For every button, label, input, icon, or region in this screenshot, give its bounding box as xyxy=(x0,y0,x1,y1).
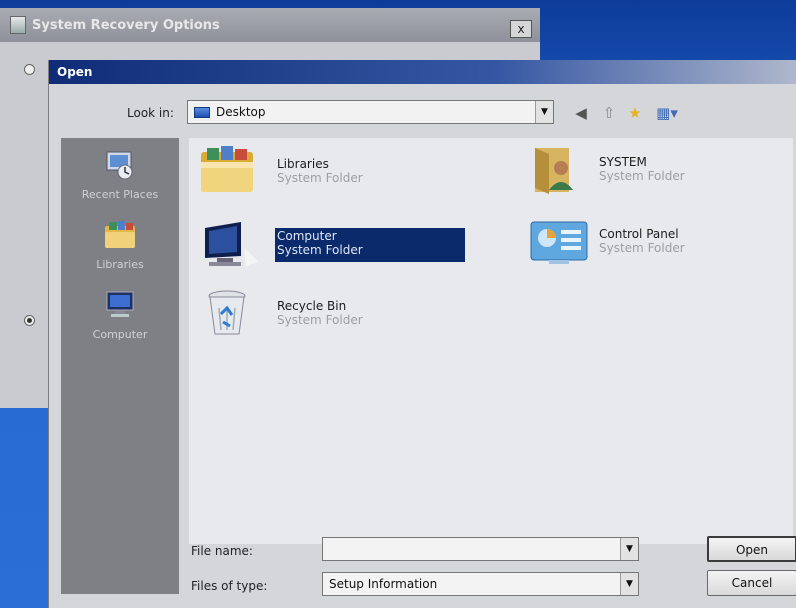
place-label: Recent Places xyxy=(81,188,159,201)
file-type: System Folder xyxy=(277,171,363,185)
back-icon[interactable]: ◀ xyxy=(571,104,591,122)
files-of-type-label: Files of type: xyxy=(191,579,268,593)
recovery-option-radio-1[interactable] xyxy=(24,64,35,75)
recent-places-icon xyxy=(106,151,133,180)
file-name: Computer xyxy=(277,229,337,243)
place-label: Computer xyxy=(92,328,148,341)
place-libraries[interactable]: Libraries xyxy=(61,216,179,278)
file-item-text: Recycle Bin System Folder xyxy=(275,298,465,332)
file-item-text: Computer System Folder xyxy=(275,228,465,262)
computer-icon xyxy=(106,291,134,317)
open-dialog: Open Look in: Desktop ▼ ◀ ⇧ ★ ▦▾ Recent … xyxy=(48,60,796,608)
user-folder-icon xyxy=(535,148,573,194)
views-menu-icon[interactable]: ▦▾ xyxy=(653,104,681,122)
files-of-type-select[interactable]: Setup Information ▼ xyxy=(322,572,639,596)
file-type: System Folder xyxy=(599,169,685,183)
file-type: System Folder xyxy=(277,243,363,257)
file-list[interactable]: Libraries System Folder SYSTEM System Fo… xyxy=(189,138,793,544)
place-computer[interactable]: Computer xyxy=(61,286,179,348)
file-item-text: Control Panel System Folder xyxy=(597,226,787,260)
file-name: Libraries xyxy=(277,157,329,171)
system-recovery-close-button[interactable]: x xyxy=(510,20,532,38)
look-in-row: Look in: Desktop ▼ xyxy=(49,98,796,126)
libraries-icon xyxy=(105,221,135,248)
recovery-option-radio-2[interactable] xyxy=(24,315,35,326)
cancel-button[interactable]: Cancel xyxy=(707,570,796,596)
file-type: System Folder xyxy=(599,241,685,255)
look-in-label: Look in: xyxy=(127,106,174,120)
chevron-down-icon[interactable]: ▼ xyxy=(620,573,638,595)
look-in-combo[interactable]: Desktop ▼ xyxy=(187,100,554,124)
file-type: System Folder xyxy=(277,313,363,327)
look-in-value: Desktop xyxy=(216,105,266,119)
open-dialog-title: Open xyxy=(49,60,796,84)
recovery-app-icon xyxy=(10,16,26,34)
file-name: SYSTEM xyxy=(599,155,647,169)
place-recent-places[interactable]: Recent Places xyxy=(61,146,179,208)
new-folder-icon[interactable]: ★ xyxy=(625,104,645,122)
open-button[interactable]: Open xyxy=(707,536,796,562)
file-name: Control Panel xyxy=(599,227,679,241)
file-item-text: Libraries System Folder xyxy=(275,156,465,190)
system-recovery-title: System Recovery Options xyxy=(32,17,220,33)
control-panel-icon xyxy=(530,221,588,264)
file-item-text: SYSTEM System Folder xyxy=(597,154,787,188)
file-name: Recycle Bin xyxy=(277,299,347,313)
chevron-down-icon[interactable]: ▼ xyxy=(620,538,638,560)
desktop-icon xyxy=(194,107,210,118)
chevron-down-icon[interactable]: ▼ xyxy=(535,101,553,123)
file-name-input[interactable]: ▼ xyxy=(322,537,639,561)
file-name-label: File name: xyxy=(191,544,253,558)
place-label: Libraries xyxy=(96,258,144,271)
files-of-type-value: Setup Information xyxy=(329,577,438,591)
system-recovery-title-bar[interactable]: System Recovery Options xyxy=(0,8,540,42)
up-folder-icon[interactable]: ⇧ xyxy=(599,104,619,122)
places-bar: Recent Places Libraries Computer xyxy=(61,138,179,594)
libraries-folder-icon xyxy=(201,146,253,192)
recycle-bin-icon xyxy=(208,290,246,335)
